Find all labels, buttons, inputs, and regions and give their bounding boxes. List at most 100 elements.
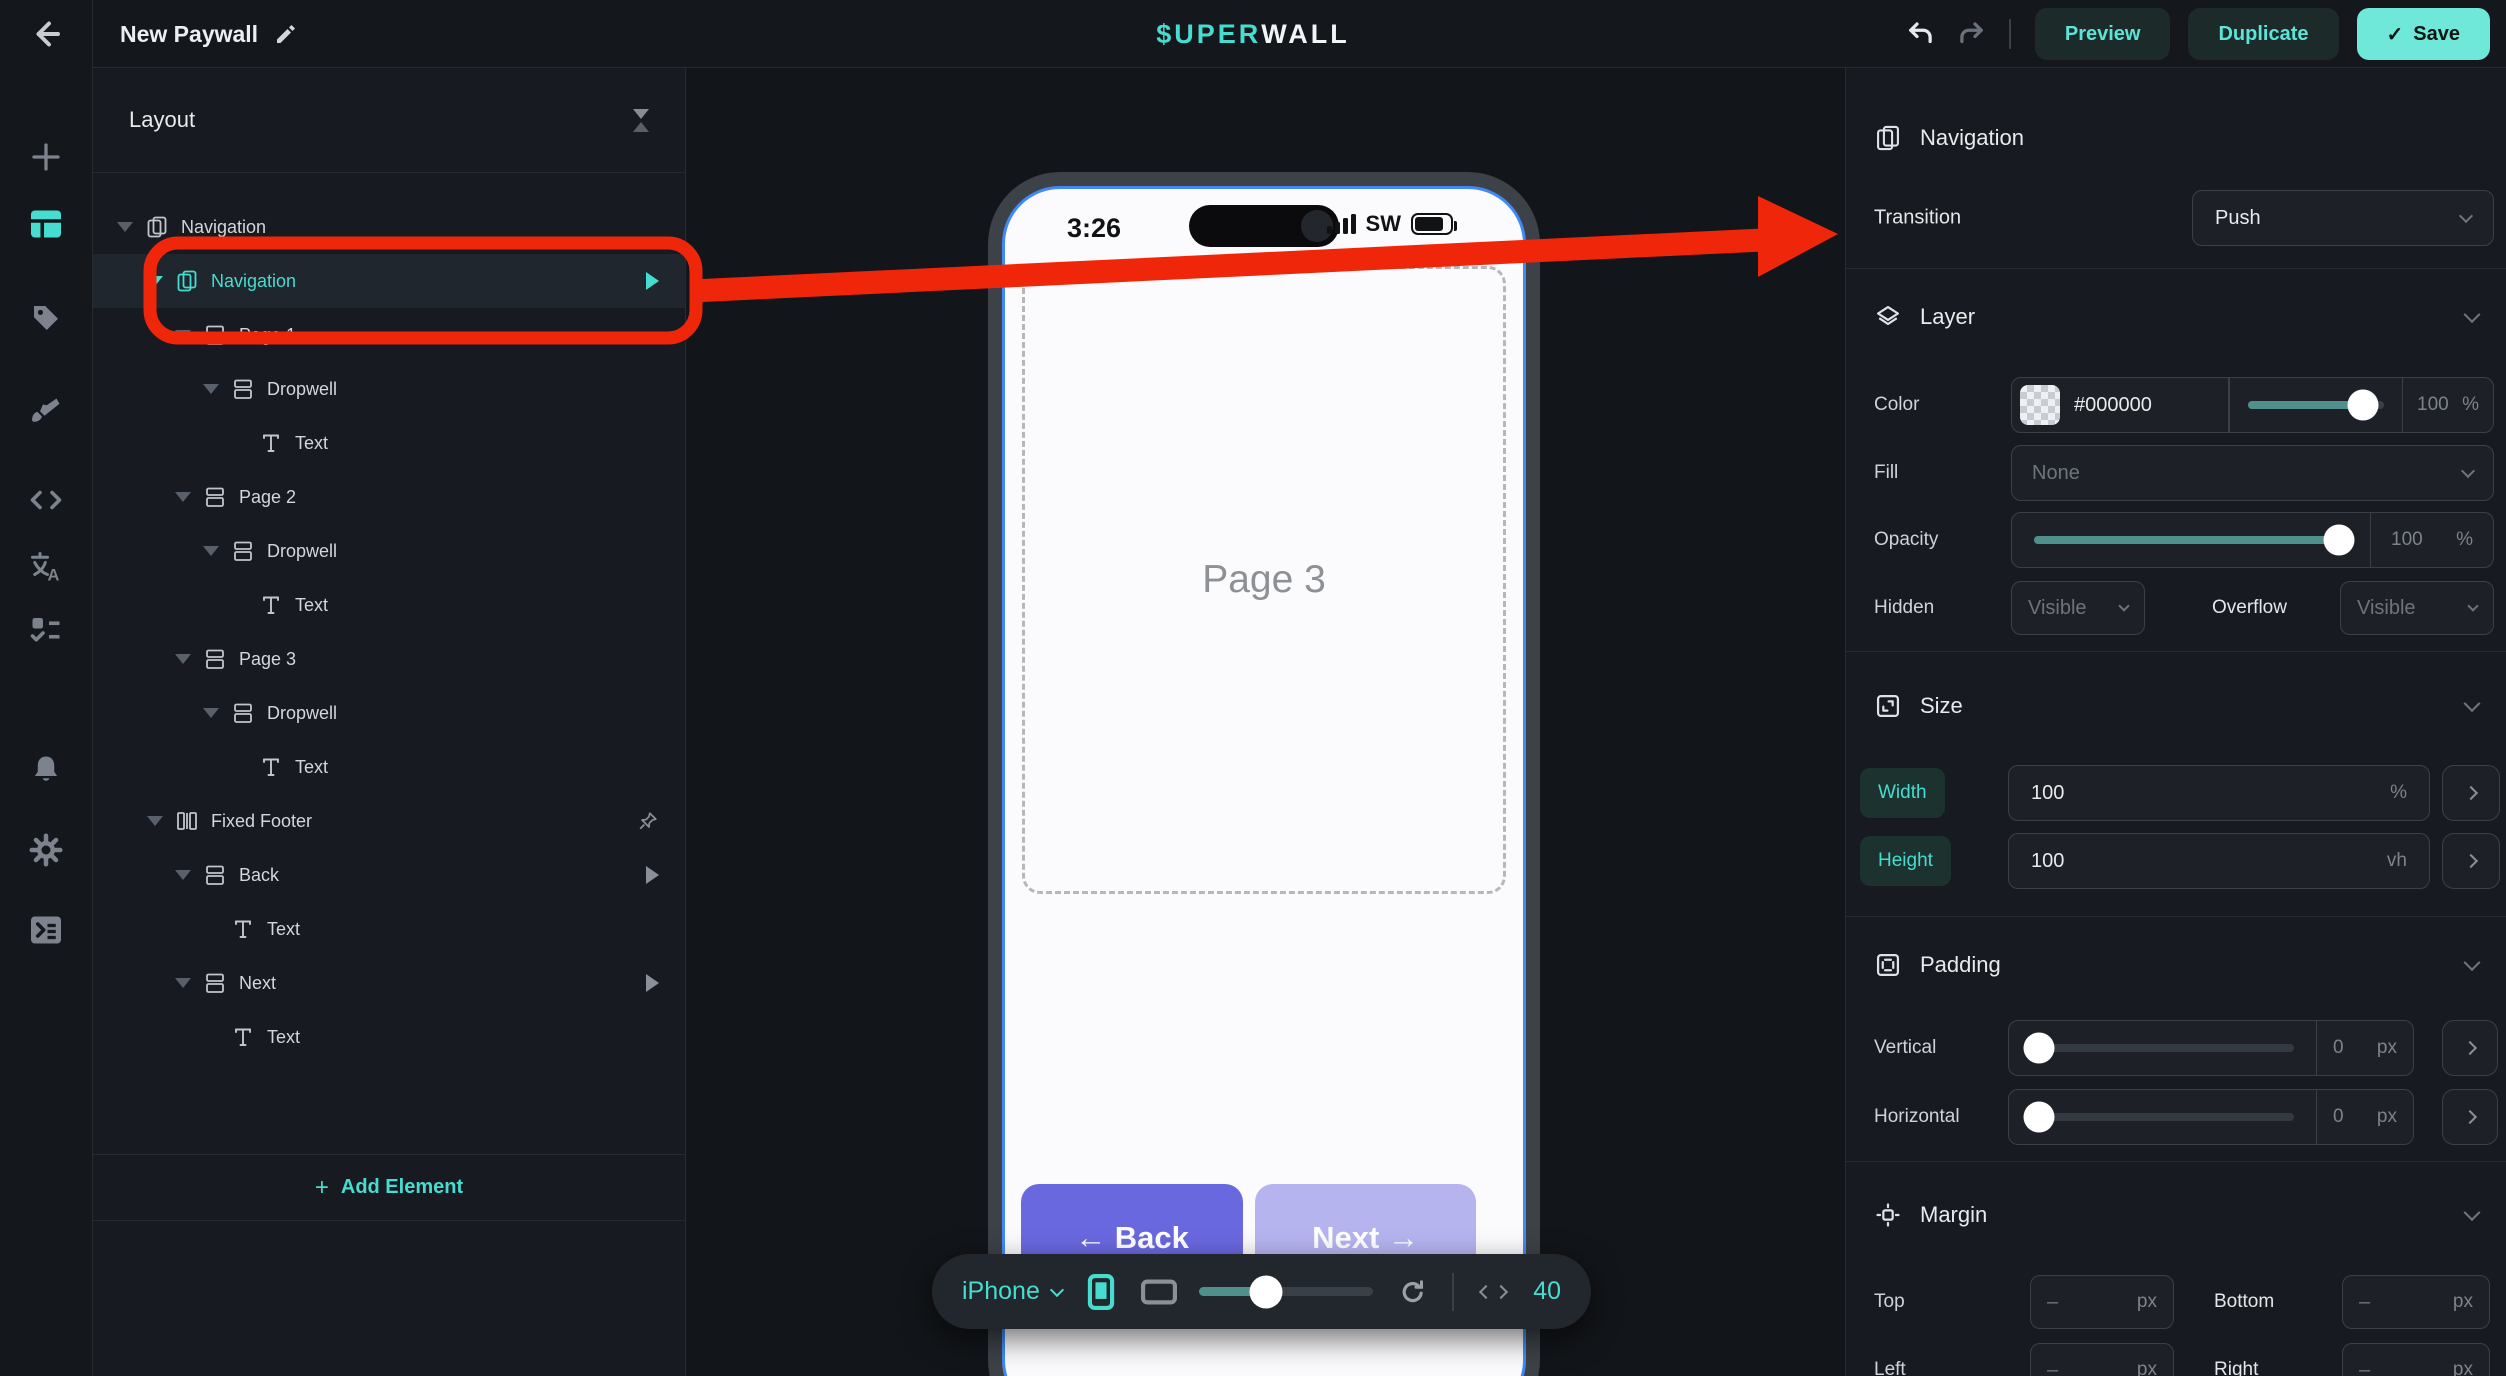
slider-knob[interactable] <box>2324 525 2355 556</box>
expand-arrow-icon[interactable] <box>175 330 191 340</box>
width-input[interactable]: 100 % <box>2008 765 2430 821</box>
preview-button[interactable]: Preview <box>2035 8 2171 60</box>
tree-item-next[interactable]: Next <box>93 956 685 1010</box>
tree-item-fixed-footer[interactable]: Fixed Footer <box>93 794 685 848</box>
slider-knob[interactable] <box>1249 1275 1282 1308</box>
margin-top-input[interactable]: – px <box>2030 1275 2174 1329</box>
stack-icon <box>203 647 227 671</box>
chevron-down-icon[interactable] <box>2464 954 2481 971</box>
collapse-all-icon[interactable] <box>633 109 649 132</box>
zoom-slider[interactable] <box>1199 1287 1374 1296</box>
padding-vertical-value[interactable]: 0 <box>2333 1037 2344 1059</box>
tree-item-text-3[interactable]: Text <box>93 740 685 794</box>
tree-item-text-next[interactable]: Text <box>93 1010 685 1064</box>
landscape-icon[interactable] <box>1141 1274 1177 1310</box>
padding-horizontal-expand-button[interactable] <box>2442 1089 2498 1145</box>
height-expand-button[interactable] <box>2442 833 2500 889</box>
padding-vertical-control[interactable]: 0 px <box>2008 1020 2414 1076</box>
width-mode-pill[interactable]: Width <box>1860 768 1945 818</box>
expand-arrow-icon[interactable] <box>203 384 219 394</box>
translate-icon[interactable]: A <box>28 549 64 585</box>
paint-brush-icon[interactable] <box>28 391 64 427</box>
margin-bottom-input[interactable]: – px <box>2342 1275 2490 1329</box>
expand-arrow-icon[interactable] <box>117 222 133 232</box>
expand-arrow-icon[interactable] <box>175 654 191 664</box>
tree-item-navigation-root[interactable]: Navigation <box>93 200 685 254</box>
color-swatch[interactable] <box>2020 385 2060 425</box>
chevron-down-icon[interactable] <box>2464 1204 2481 1221</box>
color-hex[interactable]: #000000 <box>2074 394 2152 417</box>
gear-icon[interactable] <box>28 832 64 868</box>
save-button[interactable]: ✓ Save <box>2357 8 2490 60</box>
enter-arrow-icon[interactable] <box>646 866 659 884</box>
edit-pencil-icon[interactable] <box>274 22 298 46</box>
code-zoom-icon[interactable] <box>1476 1274 1511 1310</box>
redo-icon[interactable] <box>1955 19 1985 49</box>
back-arrow-icon[interactable] <box>28 16 64 52</box>
overflow-select[interactable]: Visible <box>2340 581 2494 635</box>
portrait-icon[interactable] <box>1084 1274 1119 1310</box>
tree-item-dropwell-3[interactable]: Dropwell <box>93 686 685 740</box>
tree-item-page-1[interactable]: Page 1 <box>93 308 685 362</box>
padding-vertical-slider[interactable] <box>2009 1021 2316 1075</box>
bell-icon[interactable] <box>28 752 64 788</box>
zoom-value[interactable]: 40 <box>1533 1277 1561 1306</box>
code-icon[interactable] <box>28 482 64 518</box>
margin-left-input[interactable]: – px <box>2030 1343 2174 1376</box>
undo-icon[interactable] <box>1907 19 1937 49</box>
expand-arrow-icon[interactable] <box>175 978 191 988</box>
tag-icon[interactable] <box>28 300 64 336</box>
padding-vertical-expand-button[interactable] <box>2442 1020 2498 1076</box>
expand-arrow-icon[interactable] <box>203 546 219 556</box>
color-alpha-value[interactable]: 100 <box>2417 394 2449 416</box>
opacity-value[interactable]: 100 <box>2391 529 2423 551</box>
device-selector[interactable]: iPhone <box>962 1277 1062 1306</box>
terminal-icon[interactable] <box>28 912 64 948</box>
hidden-select[interactable]: Visible <box>2011 581 2145 635</box>
tree-item-dropwell-1[interactable]: Dropwell <box>93 362 685 416</box>
add-element-button[interactable]: + Add Element <box>93 1154 685 1221</box>
enter-arrow-icon[interactable] <box>646 272 659 290</box>
tree-item-text-back[interactable]: Text <box>93 902 685 956</box>
expand-arrow-icon[interactable] <box>175 492 191 502</box>
transition-select[interactable]: Push <box>2192 190 2494 246</box>
expand-arrow-icon[interactable] <box>175 870 191 880</box>
fill-select[interactable]: None <box>2011 445 2494 501</box>
refresh-icon[interactable] <box>1395 1274 1430 1310</box>
chevron-down-icon[interactable] <box>2464 306 2481 323</box>
height-input[interactable]: 100 vh <box>2008 833 2430 889</box>
expand-arrow-icon[interactable] <box>147 276 163 286</box>
add-icon[interactable] <box>28 139 64 175</box>
slider-knob[interactable] <box>2024 1033 2055 1064</box>
tree-item-back[interactable]: Back <box>93 848 685 902</box>
chevron-down-icon[interactable] <box>2464 695 2481 712</box>
color-alpha-slider[interactable] <box>2230 378 2402 432</box>
opacity-slider[interactable] <box>2012 513 2370 567</box>
checklist-icon[interactable] <box>28 612 64 648</box>
tree-item-text-1[interactable]: Text <box>93 416 685 470</box>
expand-arrow-icon[interactable] <box>203 708 219 718</box>
padding-horizontal-control[interactable]: 0 px <box>2008 1089 2414 1145</box>
layout-icon[interactable] <box>28 206 64 242</box>
width-expand-button[interactable] <box>2442 765 2500 821</box>
tree-item-navigation-selected[interactable]: Navigation <box>93 254 685 308</box>
page-drop-area[interactable]: Page 3 <box>1022 266 1506 894</box>
color-control[interactable]: #000000 100 % <box>2011 377 2494 433</box>
tree-item-page-2[interactable]: Page 2 <box>93 470 685 524</box>
tree-item-text-2[interactable]: Text <box>93 578 685 632</box>
padding-horizontal-slider[interactable] <box>2009 1090 2316 1144</box>
tree-item-dropwell-2[interactable]: Dropwell <box>93 524 685 578</box>
tree-item-page-3[interactable]: Page 3 <box>93 632 685 686</box>
padding-vertical-label: Vertical <box>1874 1037 1936 1059</box>
phone-screen[interactable]: 3:26 SW Page 3 ← Back Next → <box>1002 186 1526 1376</box>
enter-arrow-icon[interactable] <box>646 974 659 992</box>
duplicate-button[interactable]: Duplicate <box>2188 8 2338 60</box>
height-mode-pill[interactable]: Height <box>1860 836 1951 886</box>
slider-knob[interactable] <box>2024 1102 2055 1133</box>
slider-knob[interactable] <box>2347 390 2378 421</box>
pin-icon[interactable] <box>637 810 659 832</box>
opacity-control[interactable]: 100 % <box>2011 512 2494 568</box>
margin-right-input[interactable]: – px <box>2342 1343 2490 1376</box>
expand-arrow-icon[interactable] <box>147 816 163 826</box>
padding-horizontal-value[interactable]: 0 <box>2333 1106 2344 1128</box>
